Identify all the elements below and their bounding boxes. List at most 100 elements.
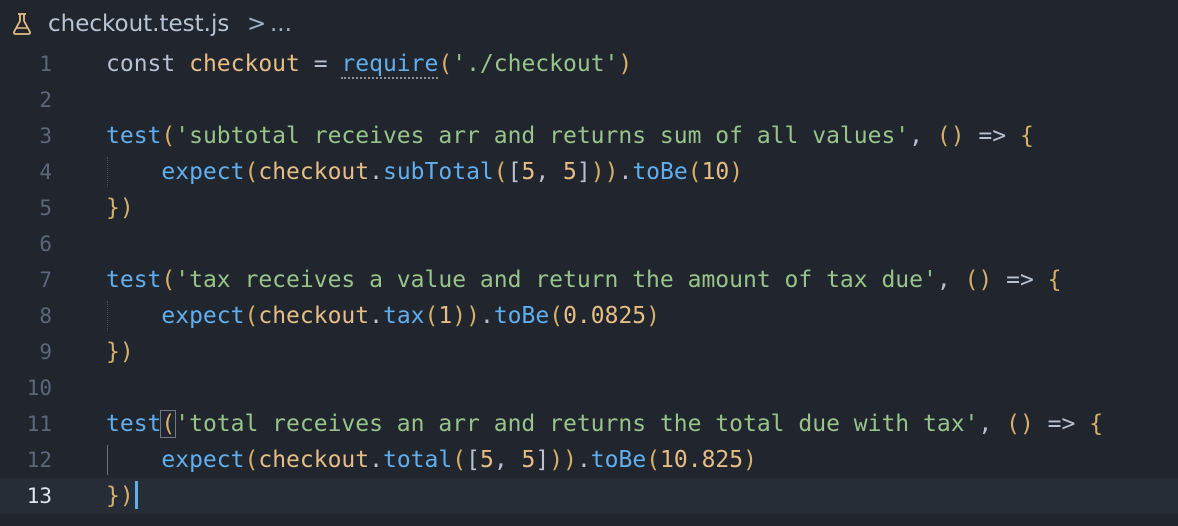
code-token: .	[479, 303, 494, 329]
code-token: )	[618, 51, 633, 77]
code-token: expect	[161, 303, 245, 329]
breadcrumb-file[interactable]: checkout.test.js	[48, 10, 229, 38]
code-line[interactable]: 13})	[0, 478, 1178, 514]
breadcrumb-more[interactable]: ...	[270, 10, 292, 38]
code-token: (	[424, 303, 439, 329]
code-token: 5	[479, 447, 494, 473]
code-token: (	[161, 267, 176, 293]
code-token: })	[106, 483, 134, 509]
code-token: (	[161, 123, 176, 149]
text-cursor	[134, 481, 138, 509]
code-token: toBe	[493, 303, 550, 329]
code-token: ]	[576, 159, 591, 185]
code-token: ()	[1006, 411, 1034, 437]
code-token: (	[244, 303, 259, 329]
code-token: (	[452, 447, 467, 473]
line-number: 2	[39, 88, 52, 112]
line-number: 12	[26, 448, 52, 472]
code-token: ]	[535, 447, 550, 473]
code-token: .	[618, 159, 633, 185]
code-token: 'tax receives a value and return the amo…	[175, 267, 937, 293]
code-token: ,	[978, 411, 1007, 437]
code-text[interactable]: })	[106, 478, 138, 514]
code-token: .	[369, 447, 383, 473]
code-token: checkout	[258, 447, 370, 473]
code-text[interactable]: test('tax receives a value and return th…	[106, 262, 1062, 298]
code-token: ,	[936, 267, 965, 293]
code-token: )	[646, 303, 661, 329]
code-token: (	[438, 51, 453, 77]
code-line[interactable]: 7 test('tax receives a value and return t…	[0, 262, 1178, 298]
code-text[interactable]: expect(checkout.tax(1)).toBe(0.0825)	[106, 298, 660, 334]
code-line[interactable]: 5})	[0, 190, 1178, 226]
code-token: [	[466, 447, 480, 473]
line-number: 1	[39, 52, 52, 76]
code-token: expect	[161, 447, 245, 473]
code-line[interactable]: 8 expect(checkout.tax(1)).toBe(0.0825)	[0, 298, 1178, 334]
code-token: './checkout'	[452, 51, 619, 77]
code-line[interactable]: 2	[0, 82, 1178, 118]
code-token: 10.825	[660, 447, 744, 473]
code-token: (	[160, 410, 177, 438]
code-text[interactable]: test('total receives an arr and returns …	[106, 406, 1103, 442]
code-token: (	[687, 159, 702, 185]
code-token: =>	[1033, 411, 1090, 437]
code-token: 5	[521, 159, 536, 185]
breadcrumb: checkout.test.js > ...	[0, 0, 1178, 48]
code-token: ()	[964, 267, 993, 293]
code-token: (	[646, 447, 661, 473]
code-token: (	[244, 447, 259, 473]
line-number: 7	[39, 268, 52, 292]
code-line[interactable]: 4 expect(checkout.subTotal([5, 5])).toBe…	[0, 154, 1178, 190]
code-editor[interactable]: checkout.test.js > ... 1 const checkout =…	[0, 0, 1178, 526]
code-token: 1	[438, 303, 453, 329]
code-token: })	[106, 339, 134, 365]
breadcrumb-separator: >	[247, 11, 267, 37]
code-token: test	[106, 123, 162, 149]
code-text[interactable]: expect(checkout.total([5, 5])).toBe(10.8…	[106, 442, 757, 478]
code-token: =	[299, 51, 342, 77]
code-text[interactable]: const checkout = require('./checkout')	[106, 46, 632, 82]
code-token: {	[1089, 411, 1104, 437]
code-token: .	[369, 159, 383, 185]
code-text[interactable]: })	[106, 190, 134, 226]
code-token: ,	[909, 123, 937, 149]
code-token: (	[549, 303, 564, 329]
code-token: const	[106, 51, 190, 77]
code-token: =>	[992, 267, 1048, 293]
code-line[interactable]: 6	[0, 226, 1178, 262]
code-line[interactable]: 12 expect(checkout.total([5, 5])).toBe(1…	[0, 442, 1178, 478]
code-text[interactable]: test('subtotal receives arr and returns …	[106, 118, 1034, 154]
code-token: ()	[936, 123, 965, 149]
code-line[interactable]: 10	[0, 370, 1178, 406]
code-line[interactable]: 11 test('total receives an arr and return…	[0, 406, 1178, 442]
code-line[interactable]: 3 test('subtotal receives arr and returns…	[0, 118, 1178, 154]
line-number: 5	[39, 196, 52, 220]
code-token: subTotal	[382, 159, 494, 185]
code-token: ,	[535, 159, 564, 185]
code-token: 0.0825	[563, 303, 647, 329]
code-token: 10	[701, 159, 730, 185]
line-number: 4	[39, 160, 52, 184]
code-token: checkout	[189, 51, 300, 77]
code-token: )	[729, 159, 744, 185]
line-number: 8	[39, 304, 52, 328]
code-lines[interactable]: 1 const checkout = require('./checkout') 2…	[0, 46, 1178, 514]
code-text[interactable]: })	[106, 334, 134, 370]
code-token: {	[1047, 267, 1062, 293]
code-token: test	[106, 411, 162, 437]
code-text[interactable]: expect(checkout.subTotal([5, 5])).toBe(1…	[106, 154, 743, 190]
code-token: ,	[493, 447, 522, 473]
code-token: toBe	[590, 447, 647, 473]
line-number: 9	[39, 340, 52, 364]
code-token: require	[341, 51, 439, 79]
code-token: total	[382, 447, 453, 473]
code-token: })	[106, 195, 134, 221]
code-line[interactable]: 1 const checkout = require('./checkout')	[0, 46, 1178, 82]
code-line[interactable]: 9})	[0, 334, 1178, 370]
line-number: 10	[26, 376, 52, 400]
line-number: 11	[26, 412, 52, 436]
code-token: expect	[161, 159, 245, 185]
code-token: (	[493, 159, 508, 185]
